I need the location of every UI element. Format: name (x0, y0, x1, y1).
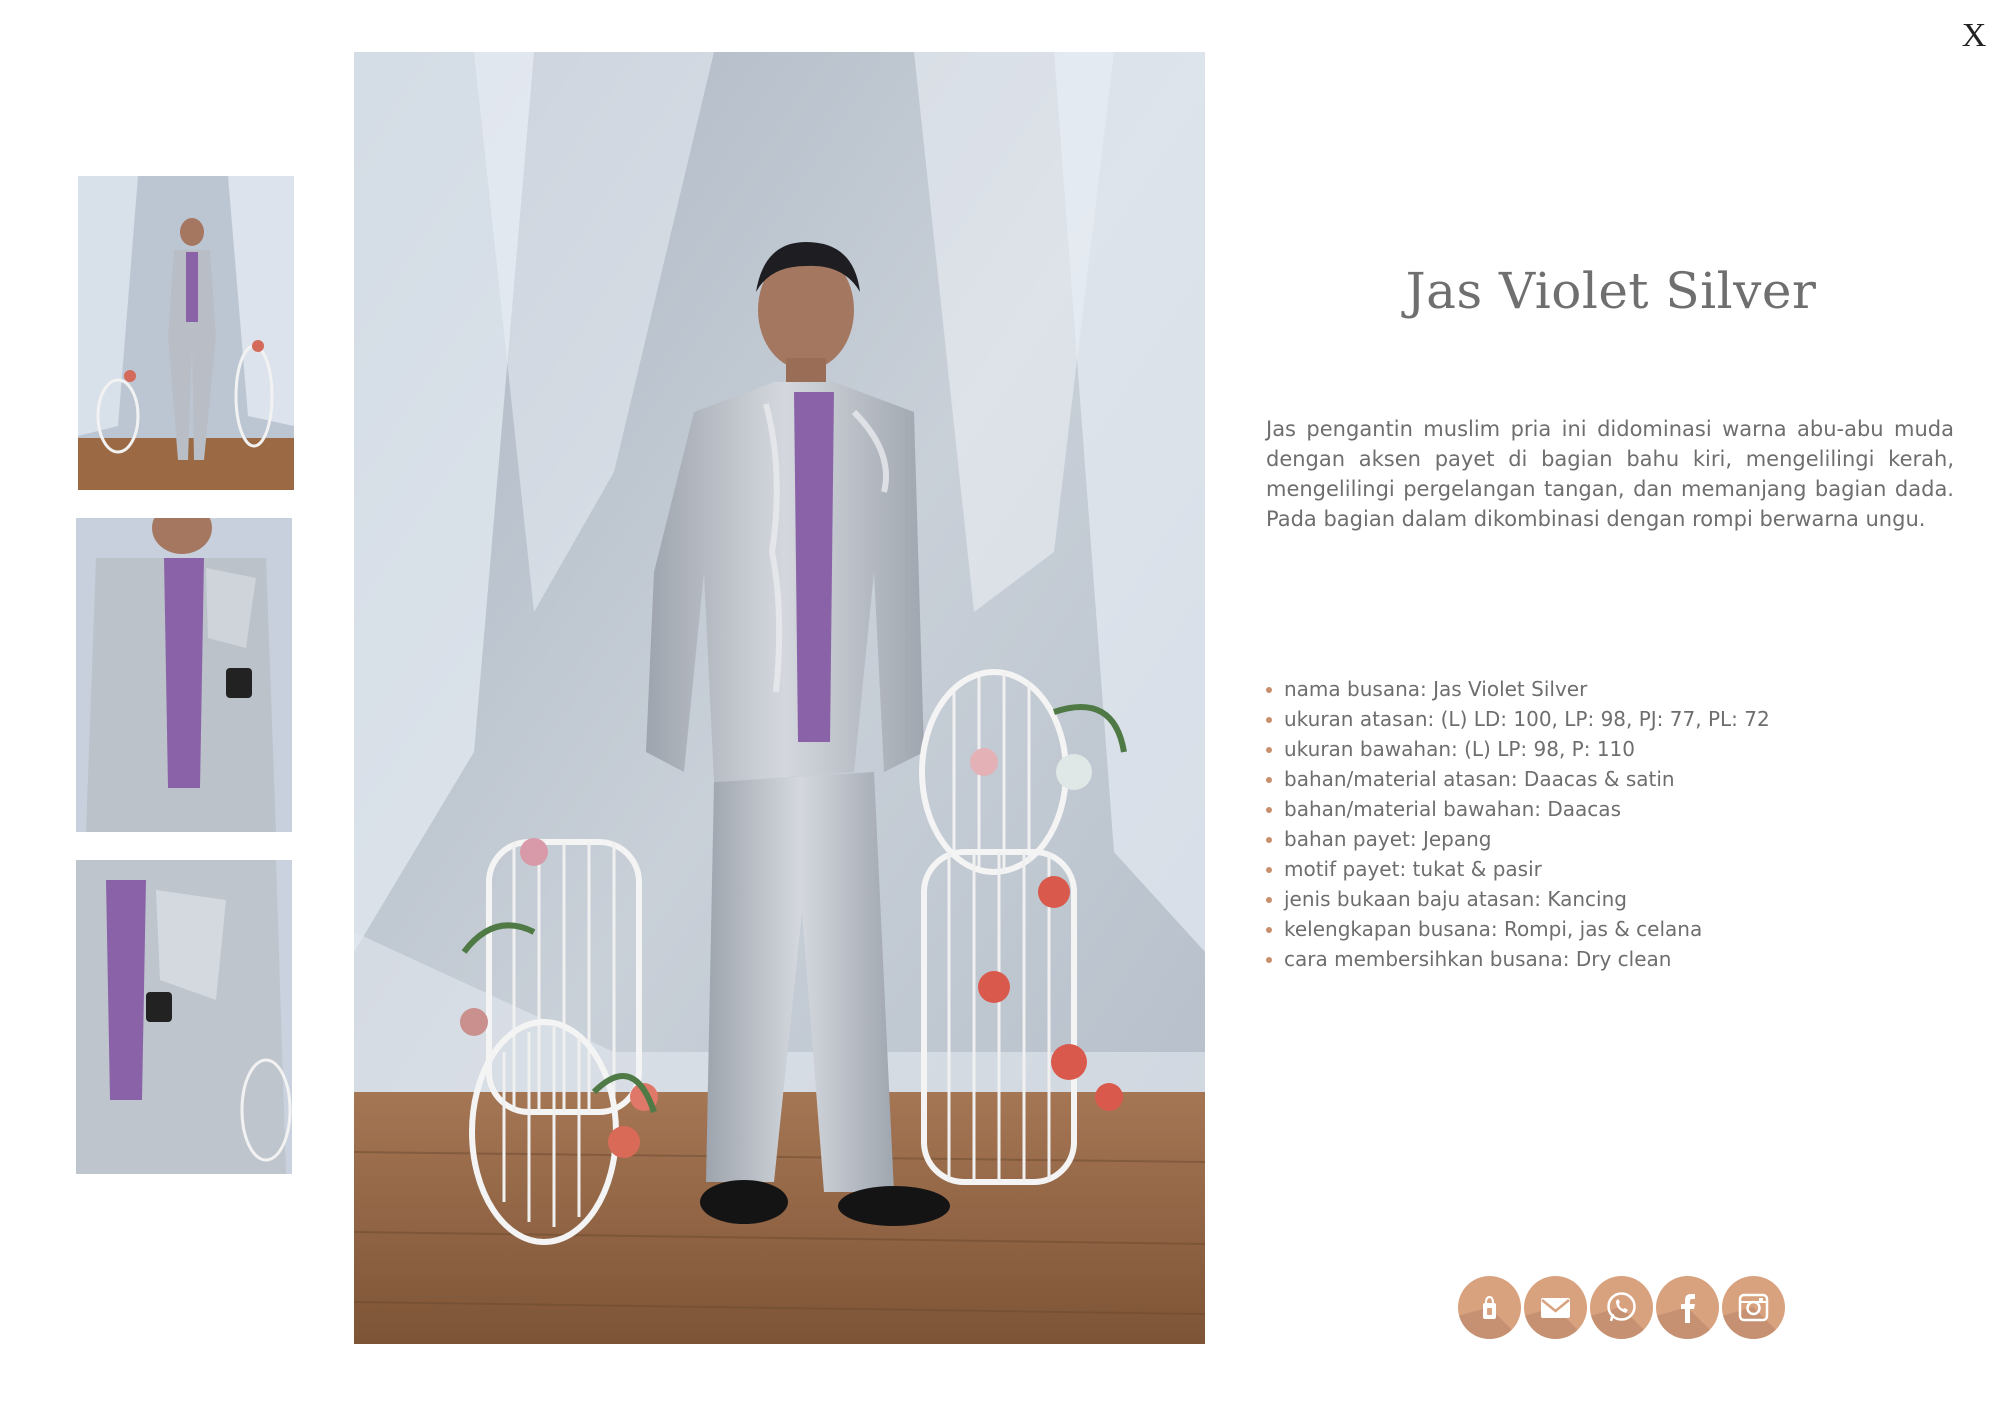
bullet-icon (1266, 867, 1272, 873)
shop-button[interactable] (1458, 1276, 1521, 1339)
bullet-icon (1266, 837, 1272, 843)
spec-item: jenis bukaan baju atasan: Kancing (1266, 884, 1954, 914)
product-specs-list: nama busana: Jas Violet Silver ukuran at… (1266, 674, 1954, 974)
product-description: Jas pengantin muslim pria ini didominasi… (1266, 417, 1954, 531)
spec-item: bahan payet: Jepang (1266, 824, 1954, 854)
bullet-icon (1266, 957, 1272, 963)
email-button[interactable] (1524, 1276, 1587, 1339)
spec-text: motif payet: tukat & pasir (1284, 857, 1542, 881)
thumbnail-full-body[interactable] (78, 176, 294, 490)
whatsapp-icon (1607, 1292, 1636, 1322)
thumbnail-torso[interactable] (76, 518, 292, 832)
spec-item: bahan/material bawahan: Daacas (1266, 794, 1954, 824)
spec-item: ukuran bawahan: (L) LP: 98, P: 110 (1266, 734, 1954, 764)
spec-text: cara membersihkan busana: Dry clean (1284, 947, 1672, 971)
bullet-icon (1266, 927, 1272, 933)
spec-item: cara membersihkan busana: Dry clean (1266, 944, 1954, 974)
spec-item: nama busana: Jas Violet Silver (1266, 674, 1954, 704)
thumbnail-image (78, 176, 294, 490)
bullet-icon (1266, 897, 1272, 903)
spec-text: ukuran atasan: (L) LD: 100, LP: 98, PJ: … (1284, 707, 1770, 731)
product-lightbox: X Jas Violet Silver Jas pengantin muslim… (0, 0, 2000, 1424)
bullet-icon (1266, 717, 1272, 723)
spec-text: kelengkapan busana: Rompi, jas & celana (1284, 917, 1703, 941)
bullet-icon (1266, 807, 1272, 813)
email-icon (1541, 1298, 1570, 1318)
spec-item: kelengkapan busana: Rompi, jas & celana (1266, 914, 1954, 944)
spec-text: nama busana: Jas Violet Silver (1284, 677, 1588, 701)
main-photo-image (354, 52, 1205, 1344)
spec-item: ukuran atasan: (L) LD: 100, LP: 98, PJ: … (1266, 704, 1954, 734)
facebook-button[interactable] (1656, 1276, 1719, 1339)
spec-text: bahan/material bawahan: Daacas (1284, 797, 1621, 821)
whatsapp-button[interactable] (1590, 1276, 1653, 1339)
spec-text: jenis bukaan baju atasan: Kancing (1284, 887, 1627, 911)
spec-item: motif payet: tukat & pasir (1266, 854, 1954, 884)
thumbnail-detail[interactable] (76, 860, 292, 1174)
social-links (1458, 1276, 1785, 1339)
instagram-icon (1738, 1293, 1769, 1322)
thumbnail-image (76, 518, 292, 832)
spec-text: bahan payet: Jepang (1284, 827, 1492, 851)
spec-item: bahan/material atasan: Daacas & satin (1266, 764, 1954, 794)
close-button[interactable]: X (1960, 14, 1988, 58)
thumbnail-image (76, 860, 292, 1174)
instagram-button[interactable] (1722, 1276, 1785, 1339)
spec-text: bahan/material atasan: Daacas & satin (1284, 767, 1675, 791)
main-product-photo (354, 52, 1205, 1344)
product-title: Jas Violet Silver (1405, 262, 1817, 320)
shopping-bag-icon (1483, 1295, 1496, 1319)
bullet-icon (1266, 747, 1272, 753)
bullet-icon (1266, 687, 1272, 693)
spec-text: ukuran bawahan: (L) LP: 98, P: 110 (1284, 737, 1635, 761)
facebook-icon (1681, 1294, 1695, 1323)
bullet-icon (1266, 777, 1272, 783)
